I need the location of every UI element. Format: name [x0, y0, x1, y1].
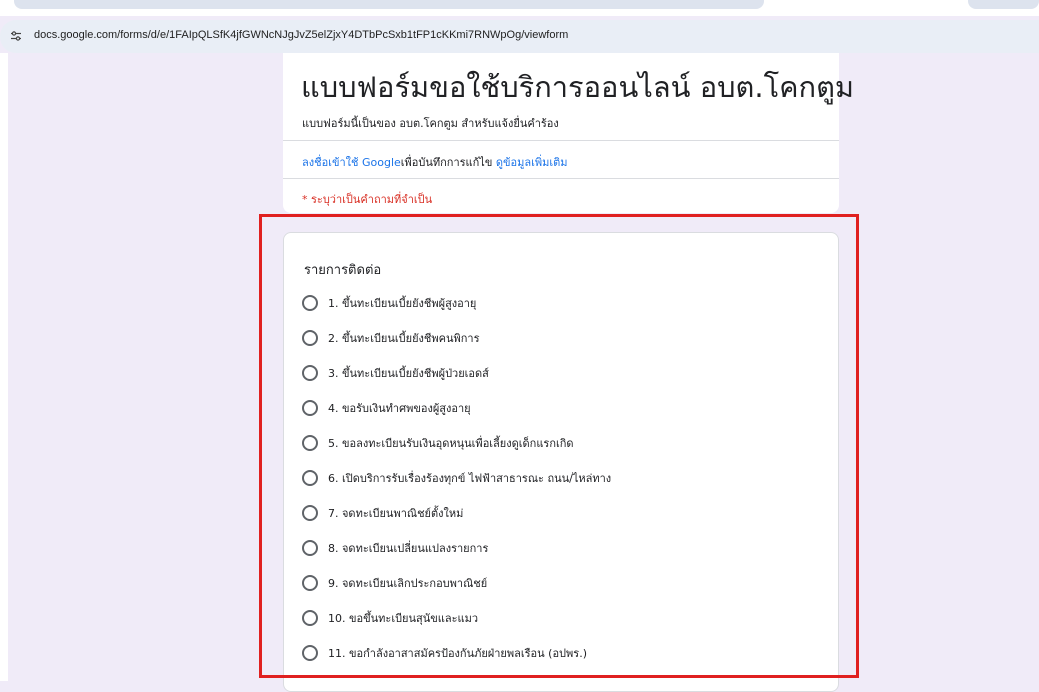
radio-unchecked-icon[interactable] — [302, 295, 318, 311]
signin-link[interactable]: ลงชื่อเข้าใช้ Google — [302, 156, 401, 169]
option-label: 6. เปิดบริการรับเรื่องร้องทุกข์ ไฟฟ้าสาธ… — [328, 472, 612, 485]
radio-option[interactable]: 5. ขอลงทะเบียนรับเงินอุดหนุนเพื่อเลี้ยงด… — [302, 433, 574, 453]
radio-option[interactable]: 11. ขอกำลังอาสาสมัครป้องกันภัยฝ่ายพลเรือ… — [302, 643, 587, 663]
radio-option[interactable]: 10. ขอขึ้นทะเบียนสุนัขและแมว — [302, 608, 478, 628]
site-info-icon[interactable] — [9, 29, 23, 43]
radio-option[interactable]: 4. ขอรับเงินทำศพของผู้สูงอายุ — [302, 398, 471, 418]
divider — [283, 140, 839, 141]
radio-unchecked-icon[interactable] — [302, 365, 318, 381]
question-card: รายการติดต่อ 1. ขึ้นทะเบียนเบี้ยยังชีพผู… — [283, 232, 839, 692]
page-content: แบบฟอร์มขอใช้บริการออนไลน์ อบต.โคกตูม แบ… — [0, 53, 1039, 692]
learn-more-link[interactable]: ดูข้อมูลเพิ่มเติม — [496, 156, 568, 169]
url-text[interactable]: docs.google.com/forms/d/e/1FAIpQLSfK4jfG… — [34, 29, 568, 41]
required-note: * ระบุว่าเป็นคำถามที่จำเป็น — [302, 193, 433, 206]
tab-edge-right — [968, 0, 1039, 9]
address-bar[interactable]: docs.google.com/forms/d/e/1FAIpQLSfK4jfG… — [0, 20, 1039, 53]
form-header-card: แบบฟอร์มขอใช้บริการออนไลน์ อบต.โคกตูม แบ… — [283, 53, 854, 213]
option-label: 5. ขอลงทะเบียนรับเงินอุดหนุนเพื่อเลี้ยงด… — [328, 437, 574, 450]
signin-text: เพื่อบันทึกการแก้ไข — [400, 156, 493, 169]
radio-unchecked-icon[interactable] — [302, 505, 318, 521]
form-description: แบบฟอร์มนี้เป็นของ อบต.โคกตูม สำหรับแจ้ง… — [302, 117, 559, 130]
radio-option[interactable]: 2. ขึ้นทะเบียนเบี้ยยังชีพคนพิการ — [302, 328, 480, 348]
signin-row: ลงชื่อเข้าใช้ Googleเพื่อบันทึกการแก้ไข … — [302, 153, 568, 171]
option-label: 9. จดทะเบียนเลิกประกอบพาณิชย์ — [328, 577, 488, 590]
radio-unchecked-icon[interactable] — [302, 470, 318, 486]
left-edge-strip — [0, 53, 8, 681]
form-title: แบบฟอร์มขอใช้บริการออนไลน์ อบต.โคกตูม — [301, 70, 855, 104]
radio-unchecked-icon[interactable] — [302, 435, 318, 451]
tab-edge-left — [14, 0, 764, 9]
radio-option[interactable]: 9. จดทะเบียนเลิกประกอบพาณิชย์ — [302, 573, 487, 593]
radio-unchecked-icon[interactable] — [302, 400, 318, 416]
radio-option[interactable]: 1. ขึ้นทะเบียนเบี้ยยังชีพผู้สูงอายุ — [302, 293, 476, 313]
option-label: 1. ขึ้นทะเบียนเบี้ยยังชีพผู้สูงอายุ — [328, 297, 477, 310]
radio-option[interactable]: 7. จดทะเบียนพาณิชย์ตั้งใหม่ — [302, 503, 463, 523]
option-label: 7. จดทะเบียนพาณิชย์ตั้งใหม่ — [328, 507, 464, 520]
browser-tab-strip — [0, 0, 1039, 16]
radio-unchecked-icon[interactable] — [302, 610, 318, 626]
radio-option[interactable]: 6. เปิดบริการรับเรื่องร้องทุกข์ ไฟฟ้าสาธ… — [302, 468, 611, 488]
option-label: 11. ขอกำลังอาสาสมัครป้องกันภัยฝ่ายพลเรือ… — [328, 647, 587, 660]
option-label: 10. ขอขึ้นทะเบียนสุนัขและแมว — [328, 612, 479, 625]
divider — [283, 178, 839, 179]
radio-option[interactable]: 8. จดทะเบียนเปลี่ยนแปลงรายการ — [302, 538, 488, 558]
radio-unchecked-icon[interactable] — [302, 645, 318, 661]
option-label: 3. ขึ้นทะเบียนเบี้ยยังชีพผู้ป่วยเอดส์ — [328, 367, 489, 380]
radio-option[interactable]: 3. ขึ้นทะเบียนเบี้ยยังชีพผู้ป่วยเอดส์ — [302, 363, 489, 383]
option-label: 4. ขอรับเงินทำศพของผู้สูงอายุ — [328, 402, 471, 415]
option-label: 2. ขึ้นทะเบียนเบี้ยยังชีพคนพิการ — [328, 332, 480, 345]
option-label: 8. จดทะเบียนเปลี่ยนแปลงรายการ — [328, 542, 489, 555]
radio-unchecked-icon[interactable] — [302, 330, 318, 346]
question-title: รายการติดต่อ — [304, 263, 382, 278]
radio-unchecked-icon[interactable] — [302, 540, 318, 556]
radio-unchecked-icon[interactable] — [302, 575, 318, 591]
